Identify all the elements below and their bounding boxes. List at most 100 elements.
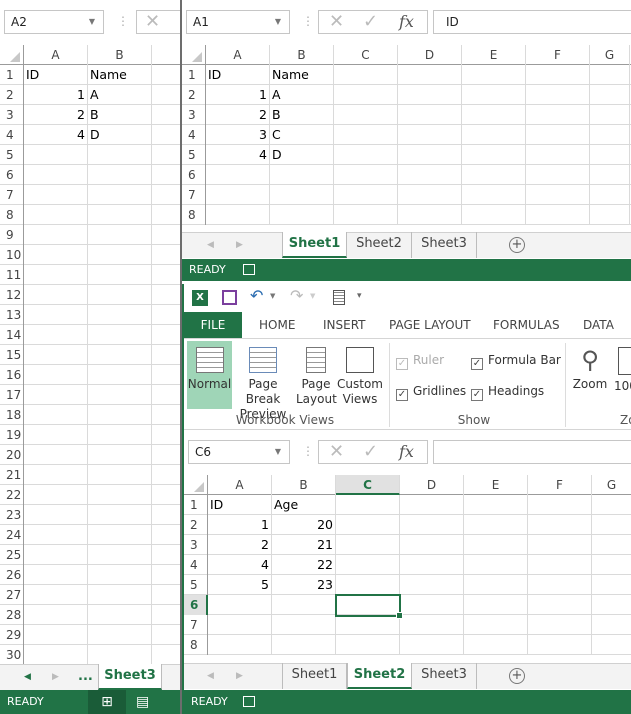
cell[interactable]: [464, 615, 528, 635]
cell[interactable]: [208, 595, 272, 615]
cell[interactable]: [88, 165, 152, 185]
row-header[interactable]: 5: [182, 145, 206, 165]
ribbon-tab-data[interactable]: DATA: [583, 312, 614, 338]
column-header[interactable]: A: [208, 475, 272, 495]
sheet-tab-sheet3[interactable]: Sheet3: [412, 663, 477, 689]
customize-toolbar-icon[interactable]: ▾: [357, 291, 362, 301]
cell[interactable]: [88, 405, 152, 425]
cell[interactable]: [462, 85, 526, 105]
column-header[interactable]: C: [334, 45, 398, 65]
cell[interactable]: [24, 445, 88, 465]
cell[interactable]: [528, 635, 592, 655]
row-header[interactable]: 6: [0, 165, 24, 185]
row-header[interactable]: 14: [0, 325, 24, 345]
name-box[interactable]: C6 ▼: [188, 440, 290, 464]
cell[interactable]: 4: [208, 555, 272, 575]
scroll-right-icon[interactable]: ▶: [236, 233, 243, 257]
row-header[interactable]: 1: [184, 495, 208, 515]
cell[interactable]: [24, 205, 88, 225]
cell[interactable]: [592, 515, 631, 535]
cell[interactable]: 22: [272, 555, 336, 575]
cell[interactable]: [462, 125, 526, 145]
cell[interactable]: [208, 615, 272, 635]
cell[interactable]: [152, 405, 181, 425]
sheet-tab-sheet1[interactable]: Sheet1: [282, 232, 347, 258]
zoom-100-button[interactable]: 100: [614, 341, 631, 409]
select-all-corner[interactable]: [182, 45, 206, 65]
cell[interactable]: [24, 265, 88, 285]
column-header[interactable]: B: [270, 45, 334, 65]
cell[interactable]: 2: [206, 105, 270, 125]
cell[interactable]: [88, 445, 152, 465]
cell[interactable]: [592, 615, 631, 635]
cell[interactable]: [334, 145, 398, 165]
cell[interactable]: [270, 185, 334, 205]
cell[interactable]: [24, 485, 88, 505]
ribbon-tab-formulas[interactable]: FORMULAS: [493, 312, 560, 338]
add-sheet-button[interactable]: +: [509, 668, 525, 684]
row-header[interactable]: 3: [184, 535, 208, 555]
insert-function-icon[interactable]: fx: [399, 11, 414, 33]
cell[interactable]: [334, 125, 398, 145]
scroll-left-icon[interactable]: ◀: [207, 664, 214, 688]
cell[interactable]: [24, 565, 88, 585]
cell[interactable]: [526, 125, 590, 145]
cell[interactable]: [88, 585, 152, 605]
cell[interactable]: [398, 165, 462, 185]
cell[interactable]: [464, 495, 528, 515]
cell[interactable]: [462, 65, 526, 85]
cell[interactable]: [462, 105, 526, 125]
chevron-down-icon[interactable]: ▼: [275, 441, 281, 463]
select-all-corner[interactable]: [0, 45, 24, 65]
column-header[interactable]: A: [24, 45, 88, 65]
cell[interactable]: A: [270, 85, 334, 105]
cell[interactable]: [592, 535, 631, 555]
cell[interactable]: B: [88, 105, 152, 125]
chevron-down-icon[interactable]: ▼: [89, 11, 95, 33]
cell[interactable]: [334, 105, 398, 125]
cell[interactable]: [526, 65, 590, 85]
cell[interactable]: [152, 165, 181, 185]
cell[interactable]: [336, 635, 400, 655]
cell[interactable]: [528, 555, 592, 575]
normal-view-icon[interactable]: ⊞: [88, 690, 126, 714]
cell[interactable]: [152, 205, 181, 225]
sheet-tab-sheet2[interactable]: Sheet2: [347, 232, 412, 258]
cell[interactable]: [336, 575, 400, 595]
cell[interactable]: [592, 555, 631, 575]
row-header[interactable]: 6: [184, 595, 208, 615]
cell[interactable]: [88, 345, 152, 365]
cell[interactable]: [24, 605, 88, 625]
cell[interactable]: [24, 185, 88, 205]
cell[interactable]: [24, 465, 88, 485]
cell[interactable]: [152, 265, 181, 285]
cell[interactable]: [152, 445, 181, 465]
cell[interactable]: [336, 515, 400, 535]
cell[interactable]: [152, 605, 181, 625]
cell[interactable]: [590, 85, 630, 105]
save-icon[interactable]: [222, 290, 237, 305]
cell[interactable]: [464, 515, 528, 535]
cell[interactable]: [152, 225, 181, 245]
undo-icon[interactable]: ↶: [250, 286, 263, 305]
cell[interactable]: [590, 205, 630, 225]
column-header[interactable]: G: [592, 475, 631, 495]
cell[interactable]: [334, 165, 398, 185]
cell[interactable]: [528, 495, 592, 515]
row-header[interactable]: 13: [0, 305, 24, 325]
row-header[interactable]: 1: [182, 65, 206, 85]
cell[interactable]: [152, 325, 181, 345]
insert-function-icon[interactable]: fx: [399, 441, 414, 463]
cell[interactable]: Name: [270, 65, 334, 85]
cell[interactable]: [24, 245, 88, 265]
cell[interactable]: [88, 245, 152, 265]
cell[interactable]: [24, 305, 88, 325]
cell[interactable]: ID: [24, 65, 88, 85]
page-break-preview-button[interactable]: Page Break Preview: [232, 341, 294, 421]
cell[interactable]: 2: [208, 535, 272, 555]
row-header[interactable]: 22: [0, 485, 24, 505]
row-header[interactable]: 7: [184, 615, 208, 635]
cell[interactable]: [152, 545, 181, 565]
cell[interactable]: [88, 205, 152, 225]
cell[interactable]: [526, 85, 590, 105]
